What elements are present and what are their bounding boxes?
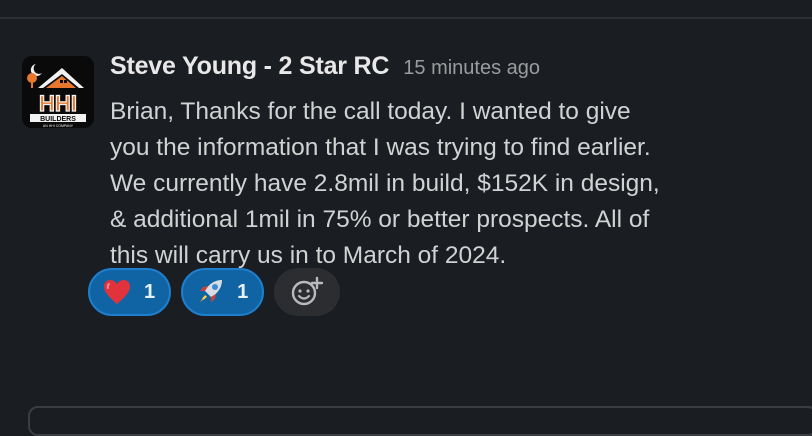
message-line: We currently have 2.8mil in build, $152K… bbox=[110, 170, 660, 197]
add-emoji-icon bbox=[292, 276, 324, 306]
reaction-heart[interactable]: 1 bbox=[88, 268, 172, 316]
logo-tagline: AN HHI COMPANY bbox=[43, 124, 74, 128]
reactions-bar: 1 1 bbox=[88, 268, 341, 316]
reaction-rocket[interactable]: 1 bbox=[181, 268, 265, 316]
logo-subtext: BUILDERS bbox=[40, 116, 76, 123]
reaction-count: 1 bbox=[144, 280, 156, 303]
message-line: & additional 1mil in 75% or better prosp… bbox=[110, 206, 650, 233]
logo-text: HHI bbox=[39, 91, 77, 116]
timestamp[interactable]: 15 minutes ago bbox=[403, 57, 540, 80]
message-body: Brian, Thanks for the call today. I want… bbox=[110, 94, 790, 274]
hhi-builders-logo: HHI BUILDERS AN HHI COMPANY bbox=[22, 56, 94, 128]
red-heart-icon bbox=[102, 277, 132, 307]
message-content: Steve Young - 2 Star RC 15 minutes ago B… bbox=[110, 52, 790, 274]
add-reaction-button[interactable] bbox=[274, 268, 341, 316]
message-line: Brian, Thanks for the call today. I want… bbox=[110, 98, 631, 125]
message-line: you the information that I was trying to… bbox=[110, 134, 651, 161]
rocket-icon bbox=[195, 277, 225, 307]
message-header: Steve Young - 2 Star RC 15 minutes ago bbox=[110, 52, 790, 92]
reaction-count: 1 bbox=[237, 280, 249, 303]
top-divider bbox=[0, 17, 812, 19]
message-composer-edge[interactable] bbox=[28, 406, 812, 436]
author-name[interactable]: Steve Young - 2 Star RC bbox=[110, 52, 389, 81]
avatar[interactable]: HHI BUILDERS AN HHI COMPANY bbox=[22, 56, 94, 128]
